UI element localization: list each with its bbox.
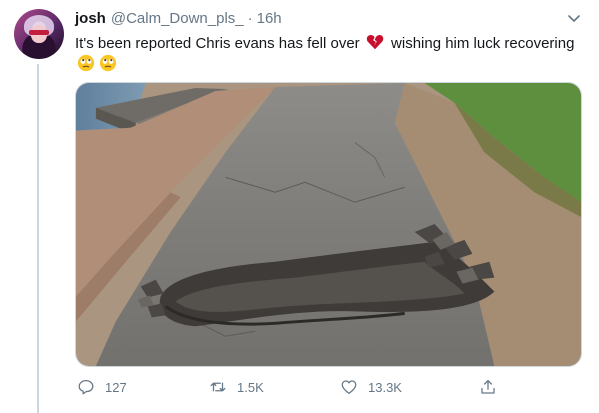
timestamp[interactable]: 16h [257, 10, 282, 27]
share-button[interactable] [479, 377, 507, 397]
share-icon [481, 379, 495, 394]
chevron-down-icon[interactable] [566, 12, 582, 26]
reply-button[interactable]: 127 [77, 377, 127, 397]
pothole-photo [76, 83, 581, 366]
tweet-text-part1: It's been reported Chris evans has fell … [75, 35, 364, 52]
separator-dot: · [247, 10, 253, 27]
tweet-text-part2: wishing him luck recovering [386, 35, 575, 52]
tweet-photo[interactable] [75, 82, 582, 367]
rolling-eyes-emoji-icon [77, 54, 95, 72]
thread-line [37, 64, 39, 413]
heart-icon [341, 380, 357, 395]
tweet[interactable]: josh @Calm_Down_pls_ · 16h It's been rep… [0, 0, 599, 413]
display-name[interactable]: josh [75, 10, 106, 27]
reply-count: 127 [105, 379, 127, 395]
reply-icon [78, 379, 94, 395]
avatar-mask [29, 30, 49, 35]
rolling-eyes-emoji-icon [99, 54, 117, 72]
tweet-text: It's been reported Chris evans has fell … [75, 33, 575, 75]
broken-heart-icon [366, 34, 384, 50]
user-handle[interactable]: @Calm_Down_pls_ [111, 10, 244, 27]
tweet-header: josh @Calm_Down_pls_ · 16h [75, 10, 282, 30]
retweet-count: 1.5K [237, 379, 264, 395]
like-button[interactable]: 13.3K [340, 377, 402, 397]
retweet-button[interactable]: 1.5K [209, 377, 264, 397]
avatar[interactable] [14, 9, 64, 59]
retweet-icon [210, 382, 226, 392]
like-count: 13.3K [368, 379, 402, 395]
tweet-actions: 127 1.5K 13.3K [75, 377, 582, 397]
